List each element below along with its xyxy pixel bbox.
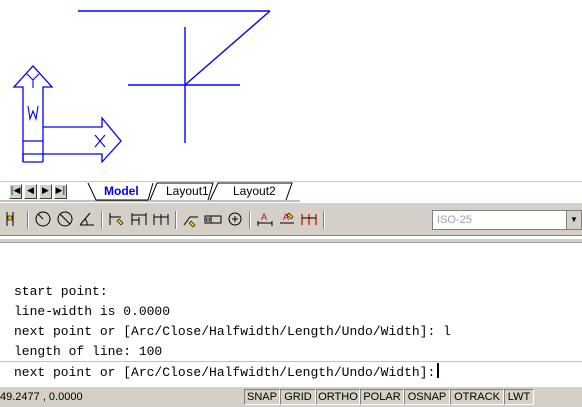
tab-nav-first-button[interactable]: |◀ [9, 184, 22, 199]
radius-dimension-icon[interactable] [33, 209, 53, 229]
dimension-style-value: ISO-25 [437, 214, 472, 226]
continue-dimension-icon[interactable] [151, 209, 171, 229]
center-mark-icon[interactable] [225, 209, 245, 229]
coordinate-readout: 49.2477 , 0.0000 [0, 391, 83, 403]
command-history: start point: line-width is 0.0000 next p… [0, 282, 582, 362]
command-prompt: next point or [Arc/Close/Halfwidth/Lengt… [14, 365, 436, 380]
chevron-down-icon[interactable]: ▼ [566, 211, 581, 229]
angular-dimension-icon[interactable] [77, 209, 97, 229]
command-history-line: start point: [14, 284, 108, 299]
toolbar-separator [101, 211, 103, 229]
autocad-window: |◀ ◀ ▶ ▶| Model Layout1 Layout2 A A ISO-… [0, 0, 582, 407]
dimension-edit-icon[interactable]: A [255, 209, 275, 229]
grid-toggle[interactable]: GRID [280, 389, 316, 405]
leader-icon[interactable] [181, 209, 201, 229]
command-line-input[interactable]: next point or [Arc/Close/Halfwidth/Lengt… [0, 361, 582, 384]
tab-nav-next-button[interactable]: ▶ [39, 184, 52, 199]
tab-layout1[interactable]: Layout1 [153, 183, 215, 201]
snap-toggle[interactable]: SNAP [244, 389, 280, 405]
toolbar-separator [249, 211, 251, 229]
drawing-canvas[interactable] [0, 0, 582, 180]
dimension-toolbar: A A ISO-25 ▼ [0, 202, 582, 236]
polar-toggle[interactable]: POLAR [360, 389, 404, 405]
quick-dimension-icon[interactable] [3, 209, 23, 229]
dimension-text-edit-icon[interactable]: A [277, 209, 297, 229]
lwt-toggle[interactable]: LWT [504, 389, 534, 405]
ucs-icon [12, 65, 122, 164]
osnap-toggle[interactable]: OSNAP [404, 389, 450, 405]
svg-text:A: A [261, 212, 267, 222]
tolerance-icon[interactable] [203, 209, 223, 229]
diameter-dimension-icon[interactable] [55, 209, 75, 229]
drawn-diagonal-line [184, 10, 271, 86]
command-history-line: line-width is 0.0000 [14, 304, 171, 319]
dimension-update-icon[interactable] [299, 209, 319, 229]
text-cursor [437, 363, 440, 378]
command-window-splitter[interactable] [0, 239, 582, 243]
command-history-line: next point or [Arc/Close/Halfwidth/Lengt… [14, 324, 451, 339]
layout-tabs-strip: |◀ ◀ ▶ ▶| Model Layout1 Layout2 [0, 181, 582, 202]
tab-nav-last-button[interactable]: ▶| [54, 184, 67, 199]
toolbar-separator [323, 211, 325, 229]
quick-dim-icon[interactable] [107, 209, 127, 229]
tab-model[interactable]: Model [94, 183, 150, 201]
ortho-toggle[interactable]: ORTHO [316, 389, 360, 405]
tab-layout2[interactable]: Layout2 [219, 183, 287, 201]
toolbar-separator [175, 211, 177, 229]
tab-nav-prev-button[interactable]: ◀ [24, 184, 37, 199]
otrack-toggle[interactable]: OTRACK [450, 389, 504, 405]
baseline-dimension-icon[interactable] [129, 209, 149, 229]
toolbar-separator [27, 211, 29, 229]
status-bar: 49.2477 , 0.0000 SNAP GRID ORTHO POLAR O… [0, 386, 582, 407]
dimension-style-select[interactable]: ISO-25 ▼ [432, 210, 582, 230]
command-history-line: length of line: 100 [14, 344, 163, 359]
